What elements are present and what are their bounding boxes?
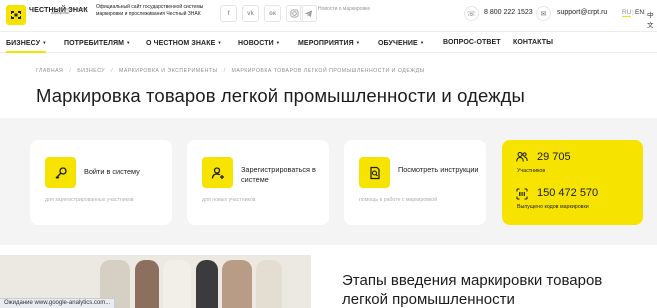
clothing-photo-item [196,260,218,308]
barcode-icon [516,188,528,200]
nav-contacts[interactable]: КОНТАКТЫ [513,32,553,53]
stats-card: 29 705 Участников 150 472 570 Выпущено к… [502,140,643,225]
logo-tagline: национальная система маркировки [51,7,88,16]
lang-en[interactable]: EN [635,9,644,16]
clothing-photo-item [256,260,282,308]
breadcrumb-home[interactable]: ГЛАВНАЯ [36,68,63,74]
phone-icon: ☏ [464,6,479,21]
breadcrumb-current: МАРКИРОВКА ТОВАРОВ ЛЕГКОЙ ПРОМЫШЛЕННОСТИ… [231,68,425,74]
main-nav: БИЗНЕСУ ▾ ПОТРЕБИТЕЛЯМ ▾ О ЧЕСТНОМ ЗНАКЕ ▾ … [0,31,657,53]
login-card[interactable]: Войти в систему для зарегистрированных у… [30,140,172,225]
page-title: Маркировка товаров легкой промышленности… [36,85,525,106]
chevron-down-icon: ▾ [43,40,46,45]
mail-icon: ✉ [536,6,551,21]
participants-count: 29 705 [537,151,571,163]
site-logo[interactable]: ЧЕСТНЫЙ ЗНАК национальная система маркир… [6,5,94,25]
support-email[interactable]: support@crpt.ru [557,9,607,16]
chevron-down-icon: ▾ [356,40,360,45]
chevron-down-icon: ▾ [420,40,424,45]
instructions-card[interactable]: Посмотреть инструкции помощь в работе с … [344,140,486,225]
card-subtitle: для зарегистрированных участников [45,197,134,203]
breadcrumb-business[interactable]: БИЗНЕСУ [77,68,105,74]
browser-status-bar: Ожидание www.google-analytics.com... [0,298,116,308]
document-search-icon [359,157,390,188]
register-card[interactable]: Зарегистрироваться в системе для новых у… [187,140,329,225]
nav-events[interactable]: МЕРОПРИЯТИЯ ▾ [298,32,359,53]
nav-faq[interactable]: ВОПРОС-ОТВЕТ [443,32,501,53]
nav-education[interactable]: ОБУЧЕНИЕ ▾ [378,32,423,53]
phone-number[interactable]: 8 800 222 1523 [484,9,533,16]
clothing-photo-item [163,260,191,308]
card-title: Посмотреть инструкции [398,165,479,174]
card-title: Зарегистрироваться в системе [241,165,316,184]
site-description: Официальный сайт государственной системы… [96,4,204,17]
odnoklassniki-icon[interactable]: ок [264,5,281,22]
top-header: ЧЕСТНЫЙ ЗНАК национальная система маркир… [0,0,657,30]
chevron-down-icon: ▾ [127,40,130,45]
codes-count: 150 472 570 [537,187,599,199]
clothing-photo-item [135,260,159,308]
chevron-down-icon: ▾ [276,40,280,45]
lang-divider: | [644,9,646,16]
lang-ru[interactable]: RU [622,9,632,17]
codes-label: Выпущено кодов маркировки [517,204,589,210]
breadcrumb: ГЛАВНАЯ / БИЗНЕСУ / МАРКИРОВКА И ЭКСПЕРИМЕНТ… [36,68,425,74]
users-icon [516,152,528,162]
news-subscribe-link[interactable]: Новости о маркировке [318,6,378,12]
nav-news[interactable]: НОВОСТИ ▾ [238,32,279,53]
nav-business[interactable]: БИЗНЕСУ ▾ [6,32,46,53]
lang-zh[interactable]: 中文 [647,9,657,29]
vk-icon[interactable]: vk [242,5,259,22]
card-subtitle: для новых участников [202,197,256,203]
nav-consumers[interactable]: ПОТРЕБИТЕЛЯМ ▾ [64,32,129,53]
facebook-icon[interactable]: f [220,5,237,22]
clothing-photo-item [222,260,252,308]
add-user-icon [202,157,233,188]
telegram-icon[interactable] [300,5,317,22]
nav-about[interactable]: О ЧЕСТНОМ ЗНАКЕ ▾ [146,32,221,53]
section-title: Этапы введения маркировки товаров легкой… [342,272,603,308]
breadcrumb-marking[interactable]: МАРКИРОВКА И ЭКСПЕРИМЕНТЫ [119,68,218,74]
card-title: Войти в систему [84,167,140,176]
lang-divider: | [632,9,634,16]
logo-mark-icon [6,5,26,25]
card-subtitle: помощь в работе с маркировкой [359,197,438,203]
chevron-down-icon: ▾ [218,40,221,45]
participants-label: Участников [517,168,546,174]
key-icon [45,157,76,188]
